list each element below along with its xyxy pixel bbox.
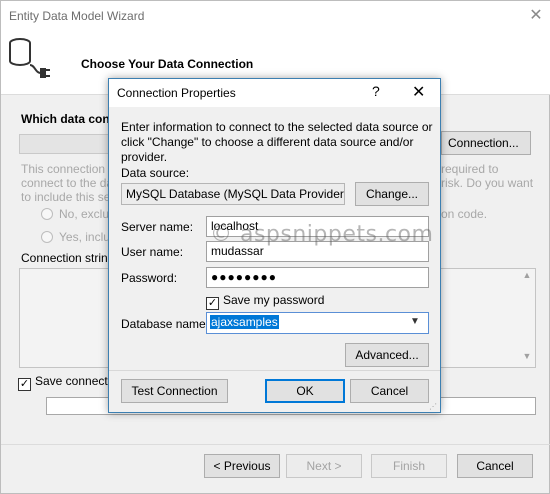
info-text-line: risk. Do you want: [441, 176, 534, 190]
help-icon[interactable]: ?: [372, 83, 380, 99]
resize-grip-icon[interactable]: ⋰: [429, 402, 437, 411]
next-button[interactable]: Next >: [286, 454, 362, 478]
finish-button[interactable]: Finish: [371, 454, 447, 478]
database-name-value: ajaxsamples: [210, 315, 279, 329]
new-connection-button[interactable]: Connection...: [441, 131, 531, 155]
data-source-field: MySQL Database (MySQL Data Provider): [121, 183, 345, 205]
wizard-cancel-button[interactable]: Cancel: [457, 454, 533, 478]
cancel-button[interactable]: Cancel: [350, 379, 429, 403]
advanced-button[interactable]: Advanced...: [345, 343, 429, 367]
radio-circle: [41, 208, 53, 220]
database-name-label: Database name:: [121, 317, 210, 331]
data-connection-dropdown[interactable]: [19, 134, 111, 154]
save-connection-label: Save connectio: [35, 374, 111, 388]
radio-circle: [41, 231, 53, 243]
ok-button[interactable]: OK: [265, 379, 345, 403]
database-plug-icon: [9, 38, 50, 78]
dialog-instructions: Enter information to connect to the sele…: [121, 120, 433, 164]
scroll-down-icon[interactable]: ▼: [521, 351, 533, 363]
save-password-label: Save my password: [223, 293, 325, 307]
test-connection-button[interactable]: Test Connection: [121, 379, 228, 403]
include-sensitive-radio[interactable]: Yes, inclu: [41, 230, 110, 244]
divider: [109, 370, 440, 371]
data-source-label: Data source:: [121, 166, 190, 180]
watermark: © aspsnippets.com: [210, 222, 434, 247]
include-sensitive-label: Yes, inclu: [59, 230, 110, 244]
connection-string-label: Connection string:: [21, 251, 111, 265]
wizard-subtitle: Choose Your Data Connection: [81, 57, 254, 71]
change-button[interactable]: Change...: [355, 182, 429, 206]
divider: [1, 444, 550, 445]
password-label: Password:: [121, 271, 178, 285]
which-data-connection-label: Which data conne: [21, 112, 111, 126]
checkmark-icon: ✓: [206, 297, 219, 310]
save-password-checkbox[interactable]: ✓ Save my password: [206, 293, 324, 310]
info-text-line: This connection st: [21, 162, 111, 176]
password-input[interactable]: ●●●●●●●●: [206, 267, 429, 288]
wizard-titlebar: Entity Data Model Wizard ✕: [1, 1, 550, 31]
scroll-up-icon[interactable]: ▲: [521, 270, 533, 282]
info-text-line: required to: [441, 162, 499, 176]
database-name-select[interactable]: ajaxsamples: [206, 312, 429, 334]
user-name-label: User name:: [121, 245, 184, 259]
dialog-title: Connection Properties: [117, 86, 236, 100]
previous-button[interactable]: < Previous: [204, 454, 280, 478]
wizard-close-icon[interactable]: ✕: [526, 6, 546, 26]
server-name-label: Server name:: [121, 220, 194, 234]
checkmark-icon: ✓: [18, 378, 31, 391]
wizard-title: Entity Data Model Wizard: [9, 9, 145, 23]
info-text-line: connect to the data: [21, 176, 111, 190]
dialog-titlebar: Connection Properties ? ✕: [109, 79, 440, 107]
info-text-line: to include this sen: [21, 190, 111, 204]
exclude-sensitive-radio[interactable]: No, exclud: [41, 207, 116, 221]
info-text-line: on code.: [441, 207, 488, 221]
chevron-down-icon[interactable]: ▼: [410, 316, 420, 327]
close-icon[interactable]: ✕: [412, 82, 425, 102]
save-connection-checkbox[interactable]: ✓ Save connectio: [18, 374, 111, 391]
